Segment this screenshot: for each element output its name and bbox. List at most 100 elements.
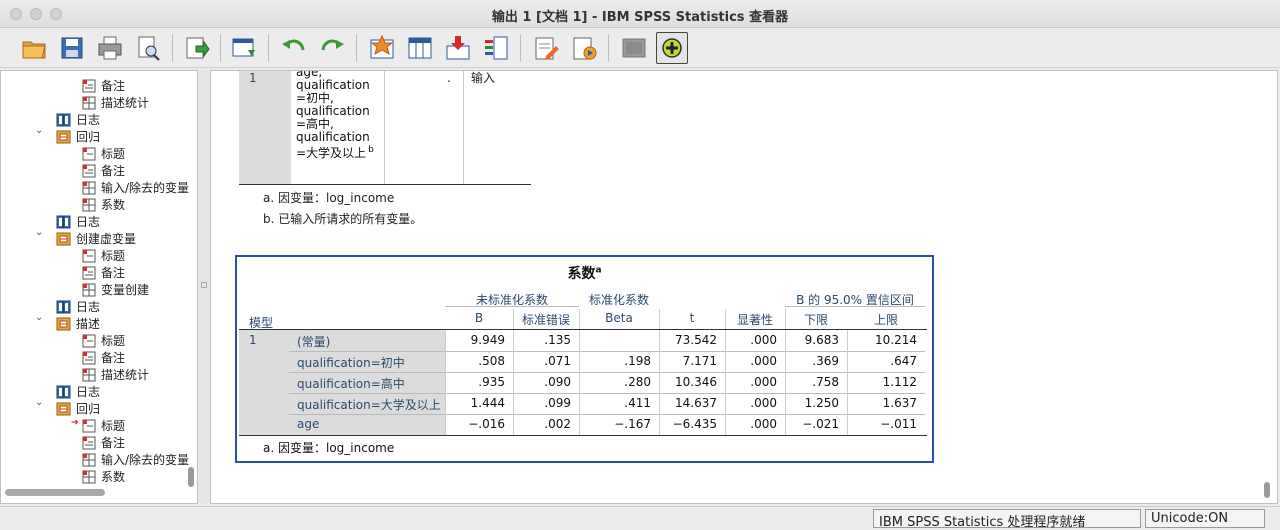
coef-cell-se: .099 xyxy=(544,396,571,410)
coefficients-table[interactable]: 系数a 未标准化系数 标准化系数 B 的 95.0% 置信区间 模型 B 标准错误 Beta… xyxy=(235,255,934,463)
outline-item[interactable]: 备注 xyxy=(81,264,125,281)
content-vertical-scroll-thumb[interactable] xyxy=(1264,482,1270,498)
outline-item[interactable]: 回归 xyxy=(56,128,100,145)
outline-item-label: 系数 xyxy=(101,198,126,212)
table-icon xyxy=(81,198,97,212)
upper-column-header: 上限 xyxy=(873,313,898,327)
outline-item[interactable]: 日志 xyxy=(56,213,100,230)
entered-variable-line: qualification xyxy=(296,130,370,144)
outline-item[interactable]: 描述统计 xyxy=(81,366,149,383)
log-icon xyxy=(56,113,72,127)
procedure-icon xyxy=(56,317,72,331)
unstd-underline xyxy=(445,306,579,307)
splitter-handle[interactable] xyxy=(201,282,207,288)
coef-cell-t: 73.542 xyxy=(675,333,717,347)
outline-item[interactable]: 描述统计 xyxy=(81,94,149,111)
outline-pane[interactable]: 备注 描述统计 日志 ⌄ 回归 标题 备注 输入/除去的变量 系数 日志 ⌄ 创建虚变量 标题 备注 变量创… xyxy=(0,70,198,504)
row-divider xyxy=(289,414,925,415)
outline-item[interactable]: 日志 xyxy=(56,383,100,400)
lower-column-header: 下限 xyxy=(803,313,828,327)
header-col-divider xyxy=(725,309,726,329)
coef-cell-beta: −.167 xyxy=(614,417,651,431)
outline-item[interactable]: 创建虚变量 xyxy=(56,230,136,247)
insert-cases-icon[interactable] xyxy=(442,32,474,64)
outline-item-label: 回归 xyxy=(76,402,101,416)
notes-icon xyxy=(81,79,97,93)
goto-variable-icon[interactable] xyxy=(404,32,436,64)
design-mode-icon[interactable] xyxy=(618,32,650,64)
redo-icon[interactable] xyxy=(316,32,348,64)
print-icon[interactable] xyxy=(94,32,126,64)
expand-chevron-icon[interactable]: ⌄ xyxy=(35,125,43,136)
expand-chevron-icon[interactable]: ⌄ xyxy=(35,227,43,238)
coef-cell-upper: 1.112 xyxy=(882,375,917,389)
undo-icon[interactable] xyxy=(278,32,310,64)
output-content-pane[interactable]: 1 age, qualification =初中, qualification =高中,… xyxy=(210,70,1278,504)
outline-item[interactable]: 标题 xyxy=(81,417,125,434)
save-icon[interactable] xyxy=(56,32,88,64)
goto-data-icon[interactable] xyxy=(228,32,260,64)
outline-item[interactable]: 日志 xyxy=(56,111,100,128)
entered-col-divider xyxy=(384,71,385,185)
outline-item[interactable]: 输入/除去的变量 xyxy=(81,451,189,468)
run-script-icon[interactable] xyxy=(568,32,600,64)
variables-icon[interactable] xyxy=(480,32,512,64)
coef-cell-lower: 1.250 xyxy=(804,396,839,410)
outline-vertical-scroll-thumb[interactable] xyxy=(188,467,194,487)
current-item-arrow-icon: ➔ xyxy=(71,418,79,428)
table-bottom-rule xyxy=(239,435,927,436)
coef-cell-b: .935 xyxy=(478,375,505,389)
coef-row-label: qualification=高中 xyxy=(297,377,405,391)
entered-variables-sup: b xyxy=(368,145,374,155)
outline-item[interactable]: 系数 xyxy=(81,468,125,485)
outline-item[interactable]: 备注 xyxy=(81,162,125,179)
coef-cell-lower: 9.683 xyxy=(804,333,839,347)
outline-item-label: 备注 xyxy=(101,266,126,280)
expand-chevron-icon[interactable]: ⌄ xyxy=(35,397,43,408)
export-icon[interactable] xyxy=(180,32,212,64)
edit-icon[interactable] xyxy=(530,32,562,64)
outline-item-label: 标题 xyxy=(101,334,126,348)
outline-item[interactable]: 系数 xyxy=(81,196,125,213)
print-preview-icon[interactable] xyxy=(132,32,164,64)
coef-cell-se: .071 xyxy=(544,354,571,368)
outline-item[interactable]: 标题 xyxy=(81,145,125,162)
outline-item[interactable]: 描述 xyxy=(56,315,100,332)
coef-cell-t: 14.637 xyxy=(675,396,717,410)
outline-item-label: 标题 xyxy=(101,249,126,263)
goto-case-icon[interactable] xyxy=(366,32,398,64)
outline-item[interactable]: 标题 xyxy=(81,332,125,349)
outline-horizontal-scroll-thumb[interactable] xyxy=(5,489,105,496)
header-bottom-rule xyxy=(239,329,927,330)
outline-item[interactable]: 日志 xyxy=(56,298,100,315)
outline-item[interactable]: 输入/除去的变量 xyxy=(81,179,189,196)
outline-item[interactable]: 备注 xyxy=(81,77,125,94)
coef-cell-beta: .280 xyxy=(624,375,651,389)
entered-footnote-a: a. 因变量：log_income xyxy=(263,191,395,205)
open-icon[interactable] xyxy=(18,32,50,64)
add-icon[interactable] xyxy=(656,32,688,64)
procedure-icon xyxy=(56,402,72,416)
expand-chevron-icon[interactable]: ⌄ xyxy=(35,312,43,323)
std-header: 标准化系数 xyxy=(588,293,649,307)
outline-item[interactable]: 备注 xyxy=(81,434,125,451)
ci-underline xyxy=(785,306,925,307)
pane-splitter[interactable] xyxy=(199,70,209,504)
coef-cell-sig: .000 xyxy=(750,354,777,368)
coef-cell-t: 10.346 xyxy=(675,375,717,389)
outline-item-label: 日志 xyxy=(76,215,101,229)
row-divider xyxy=(289,393,925,394)
outline-vertical-scrollbar[interactable] xyxy=(186,71,197,489)
title-icon xyxy=(81,419,97,433)
coef-cell-sig: .000 xyxy=(750,396,777,410)
coef-row-label: age xyxy=(297,417,320,431)
outline-item-label: 描述统计 xyxy=(101,96,150,110)
outline-item[interactable]: 备注 xyxy=(81,349,125,366)
entered-model-number: 1 xyxy=(249,71,257,85)
outline-item-label: 回归 xyxy=(76,130,101,144)
outline-item[interactable]: 标题 xyxy=(81,247,125,264)
outline-item[interactable]: 回归 xyxy=(56,400,100,417)
entered-removed-table[interactable]: 1 age, qualification =初中, qualification =高中,… xyxy=(239,71,531,185)
notes-icon xyxy=(81,164,97,178)
outline-item[interactable]: 变量创建 xyxy=(81,281,149,298)
